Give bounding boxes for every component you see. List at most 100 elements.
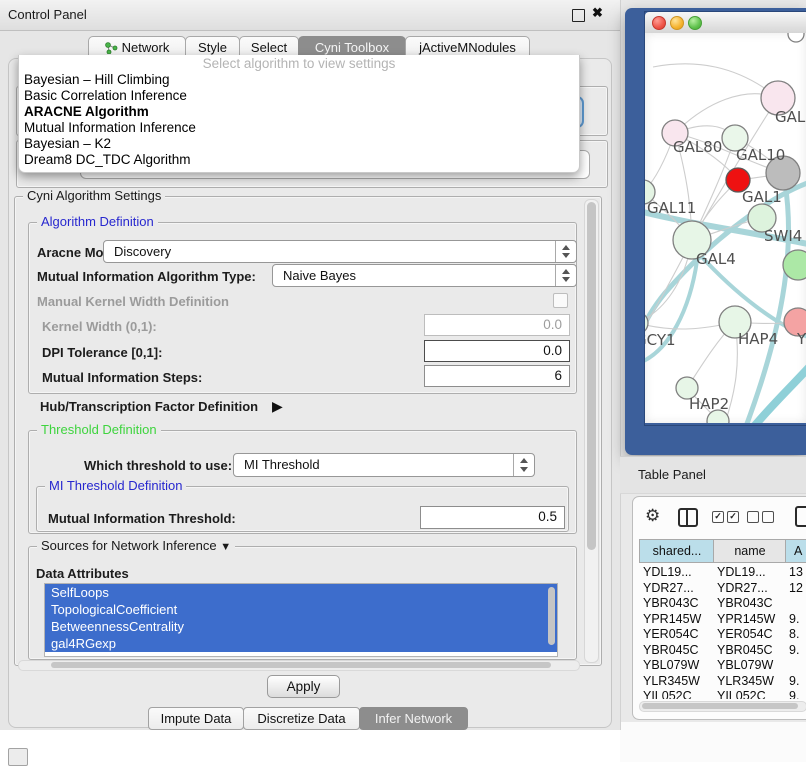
algorithm-option-selected[interactable]: ARACNE Algorithm [19, 104, 579, 120]
table-row[interactable]: YDL19...YDL19...13 [633, 565, 806, 581]
node-label: HAP2 [689, 395, 729, 413]
cell-value: 12 [789, 581, 806, 595]
float-window-icon[interactable] [572, 9, 585, 22]
table-row[interactable]: YBR045CYBR045C9. [633, 643, 806, 659]
cell-name: YBR043C [717, 596, 787, 610]
column-header-partial[interactable]: A [785, 539, 806, 563]
network-edges-highlighted [645, 181, 806, 423]
unchecked-box-icon [762, 511, 774, 523]
node-label: GAL [775, 108, 806, 126]
mi-type-value: Naive Bayes [283, 265, 356, 286]
zoom-traffic-light[interactable] [688, 16, 702, 30]
table-hscrollbar-thumb[interactable] [642, 703, 798, 709]
table-row[interactable]: YIL052CYIL052C9. [633, 689, 806, 699]
control-panel: Control Panel ✖ Network Style Select Cyn… [0, 0, 621, 730]
table-row[interactable]: YBR043CYBR043C [633, 596, 806, 612]
node-label: GCY1 [645, 331, 676, 349]
settings-horizontal-scrollbar[interactable] [18, 660, 580, 671]
cell-name: YBR045C [717, 643, 787, 657]
cell-name: YPR145W [717, 612, 787, 626]
settings-scrollbar-thumb[interactable] [587, 202, 596, 550]
node-label: SWI4 [764, 227, 802, 245]
data-attributes-label: Data Attributes [36, 566, 129, 581]
cell-value: 9. [789, 643, 806, 657]
close-traffic-light[interactable] [652, 16, 666, 30]
attribute-list-scrollbar[interactable] [548, 587, 555, 645]
manual-kernel-checkbox[interactable] [553, 293, 568, 308]
cell-name: YER054C [717, 627, 787, 641]
network-node-green[interactable] [783, 250, 806, 280]
tab-infer-network[interactable]: Infer Network [359, 707, 468, 730]
tab-discretize-data-label: Discretize Data [257, 711, 345, 726]
mi-steps-input[interactable]: 6 [424, 365, 570, 387]
aracne-mode-combobox[interactable]: Discovery [103, 240, 577, 263]
node-label: GAL4 [696, 250, 736, 268]
table-panel-titlebar: Table Panel [620, 456, 806, 494]
which-threshold-combobox[interactable]: MI Threshold [233, 453, 535, 477]
gear-icon[interactable]: ⚙ [645, 507, 660, 525]
cell-value: 8. [789, 627, 806, 641]
attribute-item[interactable]: gal4RGexp [45, 635, 557, 652]
table-row[interactable]: YPR145WYPR145W9. [633, 612, 806, 628]
unchecked-columns-icon[interactable] [747, 511, 774, 523]
settings-hscrollbar-thumb[interactable] [51, 662, 551, 668]
minimize-traffic-light[interactable] [670, 16, 684, 30]
column-layout-icon[interactable] [678, 508, 698, 527]
hub-expand-arrow-icon[interactable]: ▶ [272, 398, 283, 415]
panel-grip-icon[interactable] [8, 748, 28, 766]
which-threshold-label: Which threshold to use: [84, 458, 232, 473]
table-horizontal-scrollbar[interactable] [639, 701, 806, 712]
table-row[interactable]: YDR27...YDR27...12 [633, 581, 806, 597]
mi-type-combobox[interactable]: Naive Bayes [272, 264, 577, 287]
cell-name: YDL19... [717, 565, 787, 579]
column-header-name[interactable]: name [713, 539, 787, 563]
combo-spinner-icon [513, 454, 534, 476]
toolbar-icon-partial[interactable] [795, 506, 806, 527]
tab-select-label: Select [251, 40, 287, 55]
table-row[interactable]: YLR345WYLR345W9. [633, 674, 806, 690]
threshold-definition-title: Threshold Definition [37, 422, 161, 437]
column-header-shared[interactable]: shared... [639, 539, 715, 563]
combo-spinner-icon [555, 265, 576, 286]
cell-name: YDR27... [717, 581, 787, 595]
mi-threshold-input[interactable]: 0.5 [420, 506, 565, 529]
cell-shared: YDL19... [643, 565, 715, 579]
settings-vertical-scrollbar[interactable] [584, 199, 599, 663]
cell-shared: YBL079W [643, 658, 715, 672]
checked-box-icon: ✓ [727, 511, 739, 523]
algorithm-option[interactable]: Basic Correlation Inference [19, 88, 579, 104]
table-row[interactable]: YBL079WYBL079W [633, 658, 806, 674]
dpi-tolerance-input[interactable]: 0.0 [424, 340, 570, 362]
attribute-item[interactable]: SelfLoops [45, 584, 557, 601]
cell-name: YBL079W [717, 658, 787, 672]
apply-button[interactable]: Apply [267, 675, 340, 698]
network-canvas[interactable]: GAL GAL80 GAL10 GAL1 GAL11 SWI4 GAL4 GCY… [645, 33, 806, 423]
algorithm-dropdown-popup: Select algorithm to view settings Bayesi… [18, 55, 580, 173]
checked-columns-icon[interactable]: ✓ ✓ [712, 511, 739, 523]
attribute-item[interactable]: TopologicalCoefficient [45, 601, 557, 618]
mi-type-label: Mutual Information Algorithm Type: [37, 269, 256, 284]
cell-value: 9. [789, 674, 806, 688]
data-attributes-list: SelfLoops TopologicalCoefficient Between… [44, 583, 558, 657]
algorithm-option[interactable]: Dream8 DC_TDC Algorithm [19, 152, 579, 168]
algorithm-option[interactable]: Mutual Information Inference [19, 120, 579, 136]
cell-shared: YIL052C [643, 689, 715, 699]
control-panel-title: Control Panel [8, 7, 87, 22]
tab-discretize-data[interactable]: Discretize Data [243, 707, 360, 730]
table-row[interactable]: YER054CYER054C8. [633, 627, 806, 643]
tab-impute-data[interactable]: Impute Data [148, 707, 244, 730]
sources-collapse-arrow-icon[interactable]: ▼ [220, 541, 231, 553]
node-label: Y [796, 330, 806, 348]
kernel-width-input[interactable]: 0.0 [424, 314, 570, 336]
algorithm-option[interactable]: Bayesian – Hill Climbing [19, 72, 579, 88]
close-icon[interactable]: ✖ [592, 5, 603, 21]
network-window-titlebar[interactable] [645, 12, 806, 34]
attribute-item[interactable]: BetweennessCentrality [45, 618, 557, 635]
right-column-footer [620, 722, 806, 762]
hub-definition-label: Hub/Transcription Factor Definition [40, 399, 258, 414]
cell-shared: YDR27... [643, 581, 715, 595]
network-node[interactable] [788, 33, 804, 42]
cell-value: 13 [789, 565, 806, 579]
unchecked-box-icon [747, 511, 759, 523]
algorithm-option[interactable]: Bayesian – K2 [19, 136, 579, 152]
